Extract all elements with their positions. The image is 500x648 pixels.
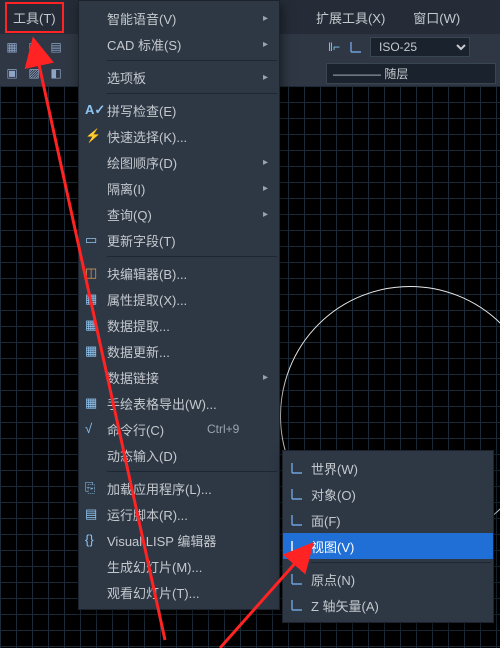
ucs-origin-icon [283,571,311,587]
dim-icon3[interactable]: ▤ [48,39,64,55]
sm-zaxis[interactable]: Z 轴矢量(A) [283,592,493,618]
ucs-view-icon [283,538,311,554]
sm-face[interactable]: 面(F) [283,507,493,533]
mi-vlisp[interactable]: {}Visual LISP 编辑器 [79,527,279,553]
bedit-icon: ◫ [79,265,107,281]
tblexp-icon: ▦ [79,395,107,411]
mi-updfield[interactable]: ▭更新字段(T) [79,227,279,253]
menu-window[interactable]: 窗口(W) [407,4,466,31]
dimstyle-select[interactable]: ISO-25 [370,37,470,57]
mi-dataupd[interactable]: ▦数据更新... [79,338,279,364]
ucs-submenu: 世界(W) 对象(O) 面(F) 视图(V) 原点(N) Z 轴矢量(A) [282,450,494,623]
mi-mkslide[interactable]: 生成幻灯片(M)... [79,553,279,579]
ucs-icon[interactable] [348,39,364,55]
cmdline-icon: √ [79,421,107,437]
field-icon: ▭ [79,232,107,248]
ucs-world-icon [283,460,311,476]
appload-icon: ⎘ [79,480,107,496]
sm-origin[interactable]: 原点(N) [283,566,493,592]
spell-icon: A✓ [79,102,107,118]
tools-dropdown: 智能语音(V)▸ CAD 标准(S)▸ 选项板▸ A✓拼写检查(E) ⚡快速选择… [78,0,280,610]
menu-ext-tools[interactable]: 扩展工具(X) [310,4,391,31]
mi-inquiry[interactable]: 查询(Q)▸ [79,201,279,227]
dataext-icon: ▦ [79,317,107,333]
script-icon: ▤ [79,506,107,522]
ucs-object-icon [283,486,311,502]
mi-script[interactable]: ▤运行脚本(R)... [79,501,279,527]
mi-attext[interactable]: ▦属性提取(X)... [79,286,279,312]
mi-qselect[interactable]: ⚡快速选择(K)... [79,123,279,149]
mi-bedit[interactable]: ◫块编辑器(B)... [79,260,279,286]
mi-spell[interactable]: A✓拼写检查(E) [79,97,279,123]
mi-draworder[interactable]: 绘图顺序(D)▸ [79,149,279,175]
mi-dataext[interactable]: ▦数据提取... [79,312,279,338]
measure-icon[interactable]: ‖⌐ [326,39,342,55]
mi-appload[interactable]: ⎘加载应用程序(L)... [79,475,279,501]
mi-cadstd[interactable]: CAD 标准(S)▸ [79,31,279,57]
mi-cmdline[interactable]: √命令行(C)Ctrl+9 [79,416,279,442]
mi-palettes[interactable]: 选项板▸ [79,64,279,90]
ucs-zaxis-icon [283,597,311,613]
ucs-face-icon [283,512,311,528]
mi-tblexp[interactable]: ▦手绘表格导出(W)... [79,390,279,416]
attext-icon: ▦ [79,291,107,307]
sm-world[interactable]: 世界(W) [283,455,493,481]
qselect-icon: ⚡ [79,128,107,144]
linetype-select[interactable]: ———— 随层 [326,63,496,84]
mi-dyninput[interactable]: 动态输入(D) [79,442,279,468]
menu-tools[interactable]: 工具(T) [5,2,64,33]
mi-voice[interactable]: 智能语音(V)▸ [79,5,279,31]
mi-isolate[interactable]: 隔离(I)▸ [79,175,279,201]
mi-vslide[interactable]: 观看幻灯片(T)... [79,579,279,605]
prop-icon3[interactable]: ◧ [48,65,64,81]
prop-icon[interactable]: ▣ [4,65,20,81]
sm-object[interactable]: 对象(O) [283,481,493,507]
dim-icon[interactable]: ▦ [4,39,20,55]
mi-datalink[interactable]: 数据链接▸ [79,364,279,390]
prop-icon2[interactable]: ▨ [26,65,42,81]
sm-view[interactable]: 视图(V) [283,533,493,559]
dim-icon2[interactable]: ▥ [26,39,42,55]
vlisp-icon: {} [79,532,107,548]
dataupd-icon: ▦ [79,343,107,359]
